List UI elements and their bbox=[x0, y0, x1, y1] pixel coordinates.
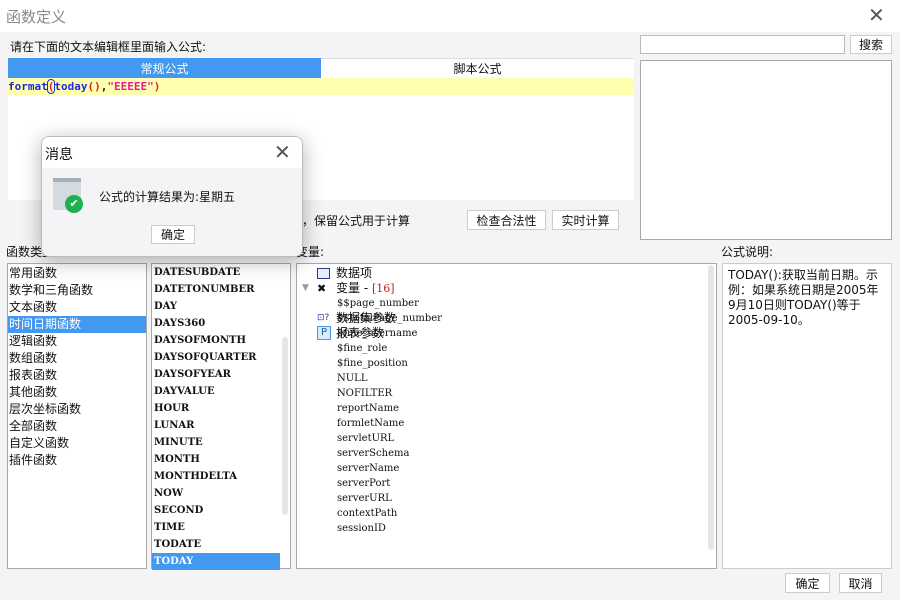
tree-node-dataset-params[interactable]: ⊡? 数据集参数 bbox=[297, 311, 716, 326]
function-item[interactable]: DAYS360 bbox=[152, 315, 290, 332]
function-item[interactable]: DAY bbox=[152, 298, 290, 315]
category-item[interactable]: 自定义函数 bbox=[8, 435, 146, 452]
function-item[interactable]: MINUTE bbox=[152, 434, 290, 451]
variable-item[interactable]: serverSchema bbox=[297, 446, 716, 461]
description-panel: TODAY():获取当前日期。示例：如果系统日期是2005年9月10日则TODA… bbox=[722, 263, 892, 569]
category-item[interactable]: 报表函数 bbox=[8, 367, 146, 384]
data-item-icon bbox=[317, 268, 330, 279]
function-item[interactable]: NOW bbox=[152, 485, 290, 502]
search-input[interactable] bbox=[640, 35, 845, 54]
category-item[interactable]: 全部函数 bbox=[8, 418, 146, 435]
variable-item[interactable]: reportName bbox=[297, 401, 716, 416]
variable-item[interactable]: NOFILTER bbox=[297, 386, 716, 401]
function-item[interactable]: TODAY bbox=[152, 553, 280, 570]
window-title: 函数定义 bbox=[6, 8, 67, 26]
function-item[interactable]: HOUR bbox=[152, 400, 290, 417]
variables-tree[interactable]: 数据项 ▼ ✖ 变量 - [16] $$page_number $$totalPage… bbox=[296, 263, 717, 569]
realtime-calc-button[interactable]: 实时计算 bbox=[552, 210, 619, 230]
category-item[interactable]: 数学和三角函数 bbox=[8, 282, 146, 299]
description-label: 公式说明: bbox=[721, 245, 774, 259]
search-button[interactable]: 搜索 bbox=[850, 35, 892, 54]
function-item[interactable]: DAYSOFQUARTER bbox=[152, 349, 290, 366]
ok-button[interactable]: 确定 bbox=[785, 573, 830, 593]
variable-item[interactable]: servletURL bbox=[297, 431, 716, 446]
function-item[interactable]: MONTH bbox=[152, 451, 290, 468]
close-icon[interactable]: ✕ bbox=[868, 5, 885, 25]
tree-node-data-items[interactable]: 数据项 bbox=[297, 266, 716, 281]
search-results[interactable] bbox=[640, 60, 892, 240]
success-icon: ✔ bbox=[53, 178, 83, 213]
message-title-bar bbox=[42, 137, 302, 168]
tree-node-variables[interactable]: ▼ ✖ 变量 - [16] bbox=[297, 281, 716, 296]
function-item[interactable]: DATESUBDATE bbox=[152, 264, 290, 281]
function-item[interactable]: TODATE bbox=[152, 536, 290, 553]
function-item[interactable]: LUNAR bbox=[152, 417, 290, 434]
function-item[interactable]: TIME bbox=[152, 519, 290, 536]
variable-item[interactable]: formletName bbox=[297, 416, 716, 431]
message-close-icon[interactable]: ✕ bbox=[274, 142, 291, 162]
variable-item[interactable]: $$page_number bbox=[297, 296, 716, 311]
category-list[interactable]: 常用函数 数学和三角函数 文本函数 时间日期函数 逻辑函数 数组函数 报表函数 其他函数 层次坐… bbox=[7, 263, 147, 569]
message-text: 公式的计算结果为:星期五 bbox=[99, 190, 236, 204]
category-item[interactable]: 逻辑函数 bbox=[8, 333, 146, 350]
report-param-icon: P bbox=[317, 326, 331, 340]
variable-item[interactable]: $fine_position bbox=[297, 356, 716, 371]
category-item[interactable]: 数组函数 bbox=[8, 350, 146, 367]
formula-line[interactable]: format(today(),"EEEEE") bbox=[8, 78, 634, 95]
category-item[interactable]: 层次坐标函数 bbox=[8, 401, 146, 418]
category-item[interactable]: 常用函数 bbox=[8, 265, 146, 282]
expand-arrow-icon[interactable]: ▼ bbox=[302, 281, 309, 296]
function-item[interactable]: SECOND bbox=[152, 502, 290, 519]
category-item[interactable]: 时间日期函数 bbox=[8, 316, 146, 333]
category-item[interactable]: 文本函数 bbox=[8, 299, 146, 316]
variable-item[interactable]: NULL bbox=[297, 371, 716, 386]
function-list[interactable]: DATESUBDATE DATETONUMBER DAY DAYS360 DAYSOFM… bbox=[151, 263, 291, 570]
message-title: 消息 bbox=[45, 147, 73, 163]
message-dialog: 消息 ✕ ✔ 公式的计算结果为:星期五 确定 bbox=[41, 136, 303, 257]
check-validity-button[interactable]: 检查合法性 bbox=[467, 210, 546, 230]
message-ok-button[interactable]: 确定 bbox=[151, 225, 195, 244]
function-item[interactable]: DAYVALUE bbox=[152, 383, 290, 400]
variable-icon: ✖ bbox=[317, 282, 327, 295]
tab-script-formula[interactable]: 脚本公式 bbox=[321, 58, 634, 78]
function-item[interactable]: DATETONUMBER bbox=[152, 281, 290, 298]
category-item[interactable]: 其他函数 bbox=[8, 384, 146, 401]
variable-item[interactable]: serverURL bbox=[297, 491, 716, 506]
tab-regular-formula[interactable]: 常规公式 bbox=[8, 58, 321, 78]
dataset-param-icon: ⊡? bbox=[317, 313, 330, 323]
tree-node-report-params[interactable]: P 报表参数 bbox=[297, 326, 716, 341]
cancel-button[interactable]: 取消 bbox=[839, 573, 882, 593]
keep-formula-text: 时，保留公式用于计算 bbox=[290, 214, 411, 228]
function-list-scrollbar[interactable] bbox=[282, 337, 288, 515]
prompt-label: 请在下面的文本编辑框里面输入公式: bbox=[10, 40, 207, 54]
function-item[interactable]: DAYSOFMONTH bbox=[152, 332, 290, 349]
variable-item[interactable]: contextPath bbox=[297, 506, 716, 521]
function-item[interactable]: DAYSOFYEAR bbox=[152, 366, 290, 383]
variable-item[interactable]: sessionID bbox=[297, 521, 716, 536]
variables-scrollbar[interactable] bbox=[708, 265, 714, 550]
function-item[interactable]: MONTHDELTA bbox=[152, 468, 290, 485]
variable-item[interactable]: serverName bbox=[297, 461, 716, 476]
title-bar bbox=[0, 0, 900, 32]
category-item[interactable]: 插件函数 bbox=[8, 452, 146, 469]
variable-item[interactable]: serverPort bbox=[297, 476, 716, 491]
variable-item[interactable]: $fine_role bbox=[297, 341, 716, 356]
